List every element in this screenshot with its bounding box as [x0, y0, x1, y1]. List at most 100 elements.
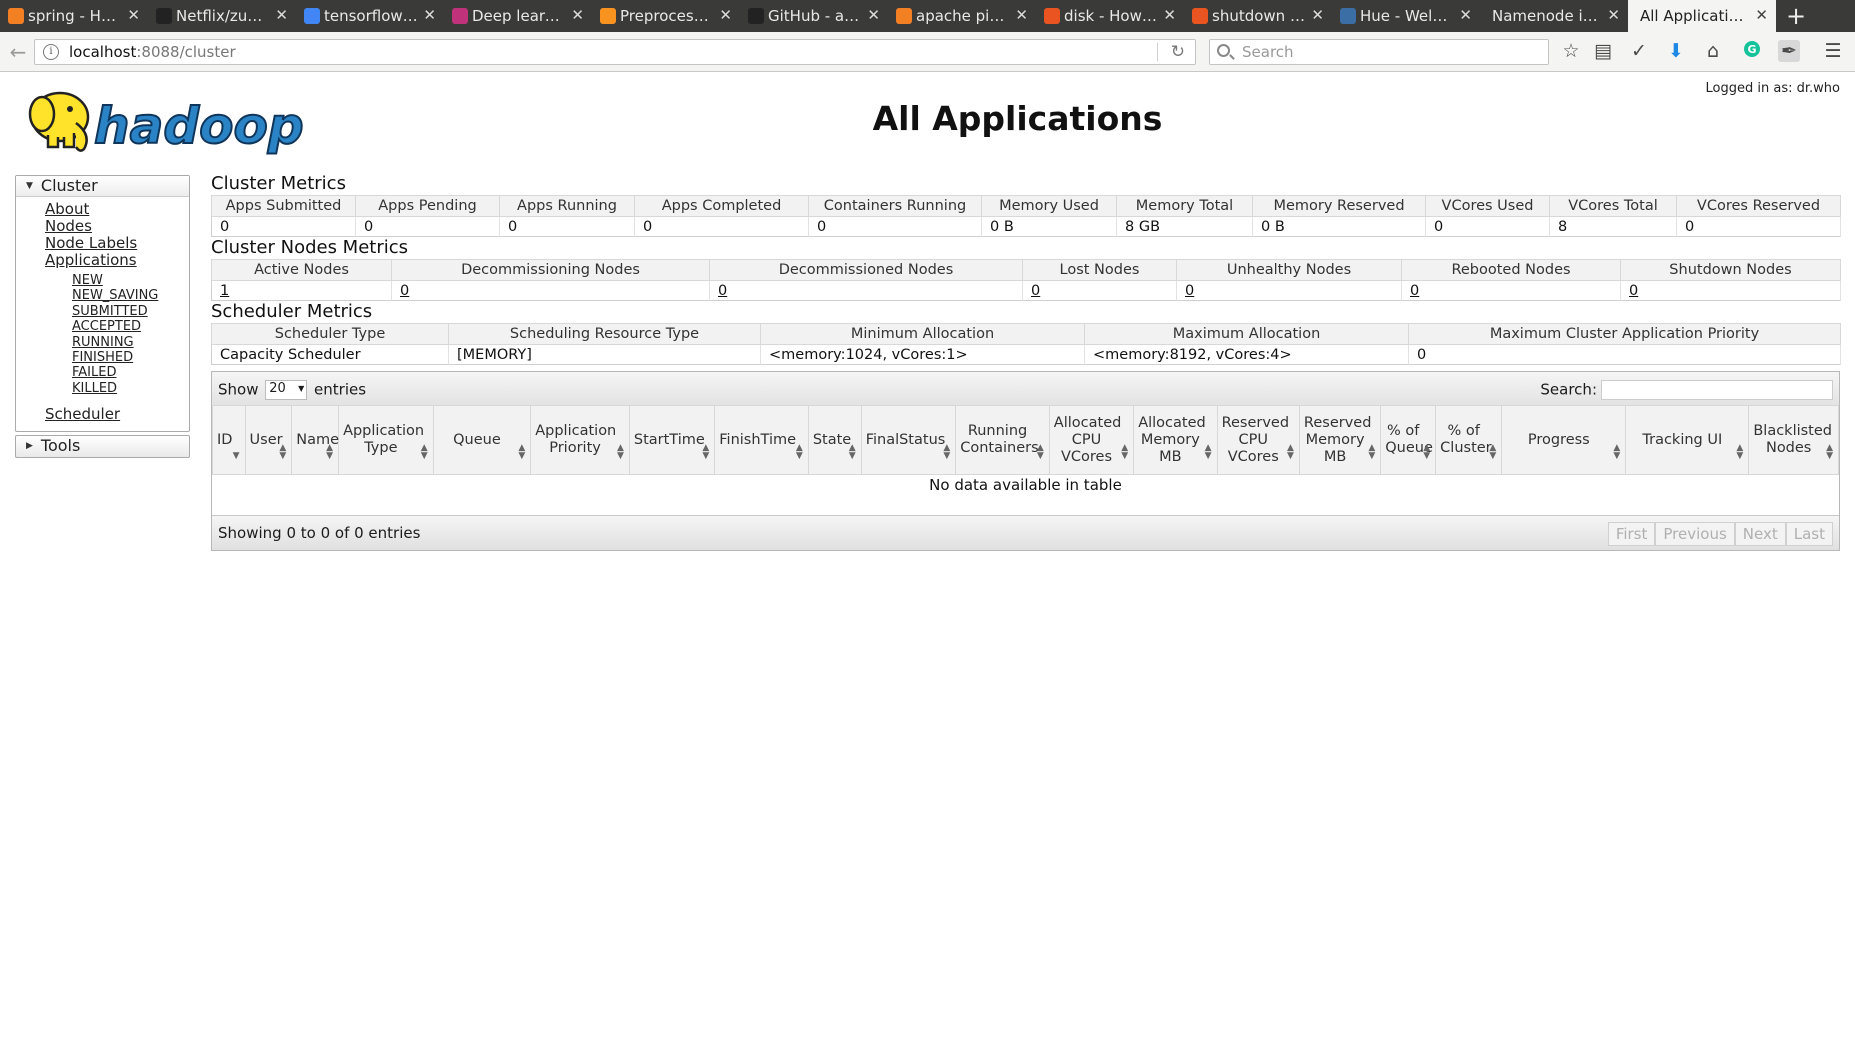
state-link-new[interactable]: NEW — [72, 273, 189, 288]
column-queue[interactable]: Queue ▲ ▼ — [432, 405, 532, 475]
value-containers-running: 0 — [808, 216, 982, 237]
link-unhealthy-nodes[interactable]: 0 — [1185, 283, 1194, 299]
sidebar-link-nodes[interactable]: Nodes — [45, 218, 189, 235]
column-user[interactable]: User ▲ ▼ — [244, 405, 293, 475]
column-state[interactable]: State ▲ ▼ — [807, 405, 862, 475]
sort-icon: ▲ ▼ — [420, 443, 428, 461]
entries-select[interactable]: 20 ▼ — [265, 380, 308, 400]
tab-close-icon[interactable]: ✕ — [275, 6, 288, 24]
info-icon[interactable]: i — [43, 44, 59, 60]
pocket-icon[interactable]: ✓ — [1628, 40, 1650, 62]
column-allocated-cpu-vcores[interactable]: Allocated CPU VCores ▲ ▼ — [1048, 405, 1135, 475]
tab-close-icon[interactable]: ✕ — [571, 6, 584, 24]
tab-close-icon[interactable]: ✕ — [127, 6, 140, 24]
column-progress[interactable]: Progress ▲ ▼ — [1501, 405, 1627, 475]
column-running-containers[interactable]: Running Containers ▲ ▼ — [955, 405, 1050, 475]
browser-tab[interactable]: GitHub - a… ✕ — [740, 0, 888, 32]
header-rebooted-nodes: Rebooted Nodes — [1401, 259, 1621, 281]
state-link-submitted[interactable]: SUBMITTED — [72, 304, 189, 319]
column-of-cluster[interactable]: % of Cluster ▲ ▼ — [1435, 405, 1503, 475]
state-link-new-saving[interactable]: NEW_SAVING — [72, 288, 189, 303]
browser-tab[interactable]: Netflix/zu… ✕ — [148, 0, 296, 32]
tools-section-header[interactable]: ▶ Tools — [16, 436, 189, 457]
column-reserved-cpu-vcores[interactable]: Reserved CPU VCores ▲ ▼ — [1216, 405, 1300, 475]
column-of-queue[interactable]: % of Queue ▲ ▼ — [1380, 405, 1437, 475]
browser-tab[interactable]: tensorflow… ✕ — [296, 0, 444, 32]
pager-first-button[interactable]: First — [1607, 521, 1656, 546]
reading-list-icon[interactable]: ▤ — [1592, 40, 1614, 62]
sidebar-link-node-labels[interactable]: Node Labels — [45, 235, 189, 252]
value-apps-completed: 0 — [634, 216, 809, 237]
state-link-running[interactable]: RUNNING — [72, 335, 189, 350]
browser-tab[interactable]: Deep learn… ✕ — [444, 0, 592, 32]
browser-tab[interactable]: shutdown … ✕ — [1184, 0, 1332, 32]
tab-close-icon[interactable]: ✕ — [1459, 6, 1472, 24]
column-name[interactable]: Name ▲ ▼ — [291, 405, 339, 475]
tab-close-icon[interactable]: ✕ — [1015, 6, 1028, 24]
home-icon[interactable]: ⌂ — [1702, 40, 1724, 62]
column-starttime[interactable]: StartTime ▲ ▼ — [628, 405, 716, 475]
link-shutdown-nodes[interactable]: 0 — [1629, 283, 1638, 299]
tab-close-icon[interactable]: ✕ — [423, 6, 436, 24]
column-finishtime[interactable]: FinishTime ▲ ▼ — [714, 405, 809, 475]
column-finalstatus[interactable]: FinalStatus ▲ ▼ — [860, 405, 957, 475]
browser-tab[interactable]: spring - Ho… ✕ — [0, 0, 148, 32]
tab-label: apache pig… — [916, 7, 1010, 25]
tab-close-icon[interactable]: ✕ — [1755, 6, 1768, 24]
column-application-type[interactable]: Application Type ▲ ▼ — [338, 405, 434, 475]
link-active-nodes[interactable]: 1 — [220, 283, 229, 299]
cluster-section-header[interactable]: ▼ Cluster — [16, 176, 189, 197]
value-scheduling-resource-type: [MEMORY] — [448, 344, 761, 365]
applications-table-footer: Showing 0 to 0 of 0 entries First Previo… — [212, 514, 1839, 550]
column-tracking-ui[interactable]: Tracking UI ▲ ▼ — [1625, 405, 1750, 475]
browser-tab[interactable]: disk - How … ✕ — [1036, 0, 1184, 32]
tab-close-icon[interactable]: ✕ — [867, 6, 880, 24]
column-id[interactable]: ID ▼ — [212, 405, 246, 475]
state-link-killed[interactable]: KILLED — [72, 381, 189, 396]
column-reserved-memory-mb[interactable]: Reserved Memory MB ▲ ▼ — [1298, 405, 1382, 475]
sidebar-link-scheduler[interactable]: Scheduler — [45, 406, 189, 423]
grammarly-icon[interactable]: G — [1741, 40, 1763, 62]
tab-favicon-icon — [600, 8, 616, 24]
tab-close-icon[interactable]: ✕ — [1607, 6, 1620, 24]
sidebar-link-applications[interactable]: Applications — [45, 252, 189, 269]
search-icon — [1217, 44, 1230, 57]
menu-icon[interactable]: ☰ — [1822, 40, 1844, 62]
table-search-input[interactable] — [1601, 380, 1833, 400]
state-link-finished[interactable]: FINISHED — [72, 350, 189, 365]
pager-previous-button[interactable]: Previous — [1655, 521, 1735, 546]
browser-search-input[interactable]: Search — [1209, 39, 1549, 65]
bookmark-star-icon[interactable]: ☆ — [1560, 40, 1582, 62]
browser-tab[interactable]: All Applications ✕ — [1628, 0, 1776, 32]
tab-close-icon[interactable]: ✕ — [719, 6, 732, 24]
link-lost-nodes[interactable]: 0 — [1031, 283, 1040, 299]
url-bar[interactable]: i localhost:8088/cluster ↻ — [34, 39, 1196, 65]
state-link-failed[interactable]: FAILED — [72, 365, 189, 380]
link-decommissioned-nodes[interactable]: 0 — [718, 283, 727, 299]
sidebar-link-about[interactable]: About — [45, 201, 189, 218]
browser-tab[interactable]: apache pig… ✕ — [888, 0, 1036, 32]
back-arrow-icon[interactable]: ← — [6, 40, 30, 64]
column-blacklisted-nodes[interactable]: Blacklisted Nodes ▲ ▼ — [1748, 405, 1839, 475]
link-rebooted-nodes[interactable]: 0 — [1410, 283, 1419, 299]
tab-close-icon[interactable]: ✕ — [1311, 6, 1324, 24]
logged-in-label: Logged in as: dr.who — [1705, 81, 1840, 96]
scheduler-metrics-table: Scheduler Type Scheduling Resource Type Mi… — [211, 323, 1841, 365]
download-icon[interactable]: ⬇ — [1665, 40, 1687, 62]
tools-section[interactable]: ▶ Tools — [15, 435, 190, 459]
tab-favicon-icon — [304, 8, 320, 24]
reload-icon[interactable]: ↻ — [1171, 42, 1185, 62]
column-label: Application Priority — [535, 423, 617, 456]
pager-last-button[interactable]: Last — [1785, 521, 1833, 546]
state-link-accepted[interactable]: ACCEPTED — [72, 319, 189, 334]
browser-tab[interactable]: Preprocess… ✕ — [592, 0, 740, 32]
link-decommissioning-nodes[interactable]: 0 — [400, 283, 409, 299]
pager-next-button[interactable]: Next — [1734, 521, 1786, 546]
browser-tab[interactable]: Hue - Welc… ✕ — [1332, 0, 1480, 32]
column-allocated-memory-mb[interactable]: Allocated Memory MB ▲ ▼ — [1133, 405, 1218, 475]
column-application-priority[interactable]: Application Priority ▲ ▼ — [530, 405, 630, 475]
extension-icon[interactable]: ✒ — [1778, 40, 1800, 62]
browser-tab[interactable]: Namenode inf… ✕ — [1480, 0, 1628, 32]
tab-close-icon[interactable]: ✕ — [1163, 6, 1176, 24]
new-tab-icon[interactable]: + — [1776, 0, 1816, 32]
